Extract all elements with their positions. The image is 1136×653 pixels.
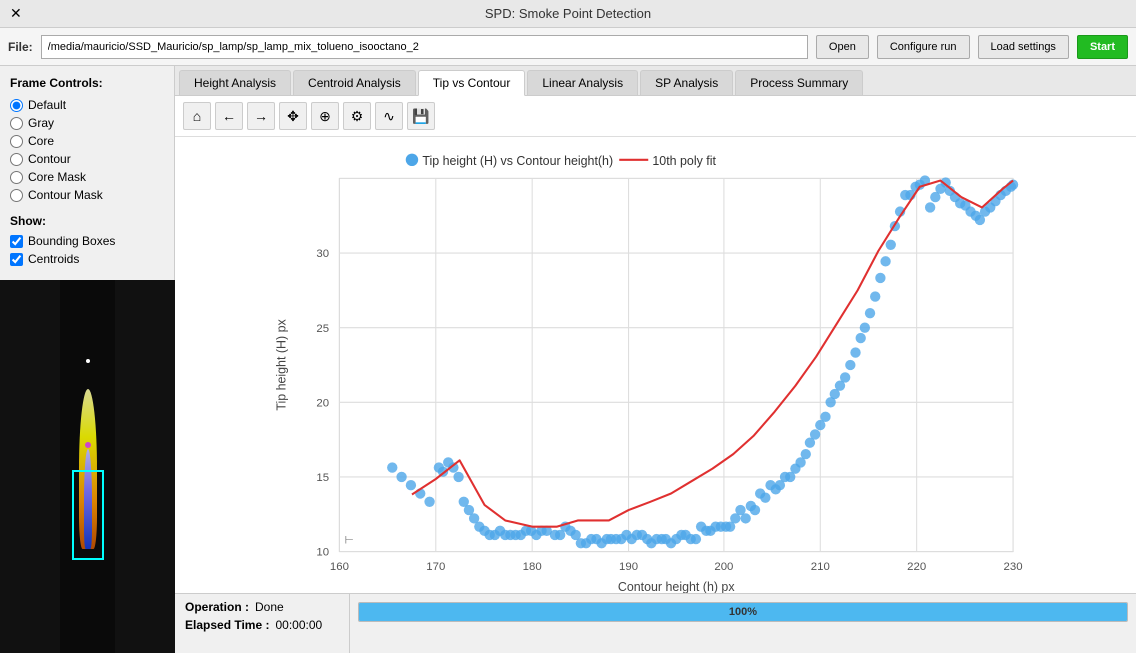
status-info: Operation : Done Elapsed Time : 00:00:00: [175, 593, 350, 653]
file-label: File:: [8, 40, 33, 54]
svg-text:10: 10: [316, 547, 329, 559]
svg-text:10th poly fit: 10th poly fit: [652, 154, 716, 168]
chart-svg: Tip height (H) vs Contour height(h) 10th…: [175, 137, 1136, 593]
chart-edit-button[interactable]: ∿: [375, 102, 403, 130]
chart-toolbar: ⌂ ← → ✥ ⊕ ⚙ ∿ 💾: [175, 96, 1136, 137]
main-content: Frame Controls: Default Gray Core Contou…: [0, 66, 1136, 653]
svg-text:230: 230: [1004, 561, 1023, 573]
svg-text:Tip height (H) px: Tip height (H) px: [275, 319, 289, 411]
checkbox-centroids[interactable]: Centroids: [10, 252, 164, 266]
svg-text:220: 220: [907, 561, 926, 573]
tab-linear-analysis[interactable]: Linear Analysis: [527, 70, 638, 95]
progress-text: 100%: [729, 606, 757, 618]
frame-controls-heading: Frame Controls:: [10, 76, 164, 90]
radio-contour[interactable]: Contour: [10, 152, 164, 166]
svg-text:30: 30: [316, 248, 329, 260]
svg-text:170: 170: [426, 561, 445, 573]
svg-text:⊢: ⊢: [345, 535, 354, 546]
tab-height-analysis[interactable]: Height Analysis: [179, 70, 291, 95]
svg-text:20: 20: [316, 397, 329, 409]
chart-area: Tip height (H) vs Contour height(h) 10th…: [175, 137, 1136, 593]
svg-text:15: 15: [316, 472, 329, 484]
start-button[interactable]: Start: [1077, 35, 1128, 59]
svg-text:210: 210: [811, 561, 830, 573]
back-tool-button[interactable]: ←: [215, 102, 243, 130]
close-button[interactable]: ✕: [10, 5, 22, 22]
centroid-overlay: [85, 442, 91, 448]
svg-text:Tip height (H) vs Contour heig: Tip height (H) vs Contour height(h): [422, 154, 613, 168]
radio-gray[interactable]: Gray: [10, 116, 164, 130]
image-preview: [0, 280, 175, 653]
radio-core-mask[interactable]: Core Mask: [10, 170, 164, 184]
window-title: SPD: Smoke Point Detection: [485, 6, 651, 21]
progress-bar-fill: 100%: [359, 603, 1127, 621]
tab-sp-analysis[interactable]: SP Analysis: [640, 70, 733, 95]
tab-centroid-analysis[interactable]: Centroid Analysis: [293, 70, 416, 95]
open-button[interactable]: Open: [816, 35, 869, 59]
operation-label: Operation :: [185, 600, 249, 614]
progress-bar-container: 100%: [358, 602, 1128, 622]
zoom-tool-button[interactable]: ⊕: [311, 102, 339, 130]
save-chart-button[interactable]: 💾: [407, 102, 435, 130]
configure-tool-button[interactable]: ⚙: [343, 102, 371, 130]
svg-text:190: 190: [619, 561, 638, 573]
home-tool-button[interactable]: ⌂: [183, 102, 211, 130]
pan-tool-button[interactable]: ✥: [279, 102, 307, 130]
svg-text:Contour height (h) px: Contour height (h) px: [618, 580, 735, 593]
elapsed-value: 00:00:00: [275, 618, 322, 632]
progress-area: 100%: [350, 593, 1136, 653]
load-settings-button[interactable]: Load settings: [978, 35, 1069, 59]
radio-default[interactable]: Default: [10, 98, 164, 112]
operation-value: Done: [255, 600, 284, 614]
tabs-bar: Height Analysis Centroid Analysis Tip vs…: [175, 66, 1136, 96]
checkbox-bounding-boxes[interactable]: Bounding Boxes: [10, 234, 164, 248]
show-heading: Show:: [10, 214, 164, 228]
svg-text:180: 180: [523, 561, 542, 573]
radio-group: Default Gray Core Contour Core Mask: [10, 98, 164, 202]
radio-contour-mask[interactable]: Contour Mask: [10, 188, 164, 202]
radio-core[interactable]: Core: [10, 134, 164, 148]
tab-tip-vs-contour[interactable]: Tip vs Contour: [418, 70, 526, 96]
file-bar: File: Open Configure run Load settings S…: [0, 28, 1136, 66]
svg-text:160: 160: [330, 561, 349, 573]
file-path-input[interactable]: [41, 35, 808, 59]
svg-text:25: 25: [316, 323, 329, 335]
bottom-bar: Operation : Done Elapsed Time : 00:00:00…: [175, 593, 1136, 653]
bounding-box-overlay: [72, 470, 104, 560]
title-bar: ✕ SPD: Smoke Point Detection: [0, 0, 1136, 28]
right-panel: Height Analysis Centroid Analysis Tip vs…: [175, 66, 1136, 653]
forward-tool-button[interactable]: →: [247, 102, 275, 130]
elapsed-label: Elapsed Time :: [185, 618, 269, 632]
configure-run-button[interactable]: Configure run: [877, 35, 970, 59]
tab-process-summary[interactable]: Process Summary: [735, 70, 863, 95]
svg-text:200: 200: [714, 561, 733, 573]
